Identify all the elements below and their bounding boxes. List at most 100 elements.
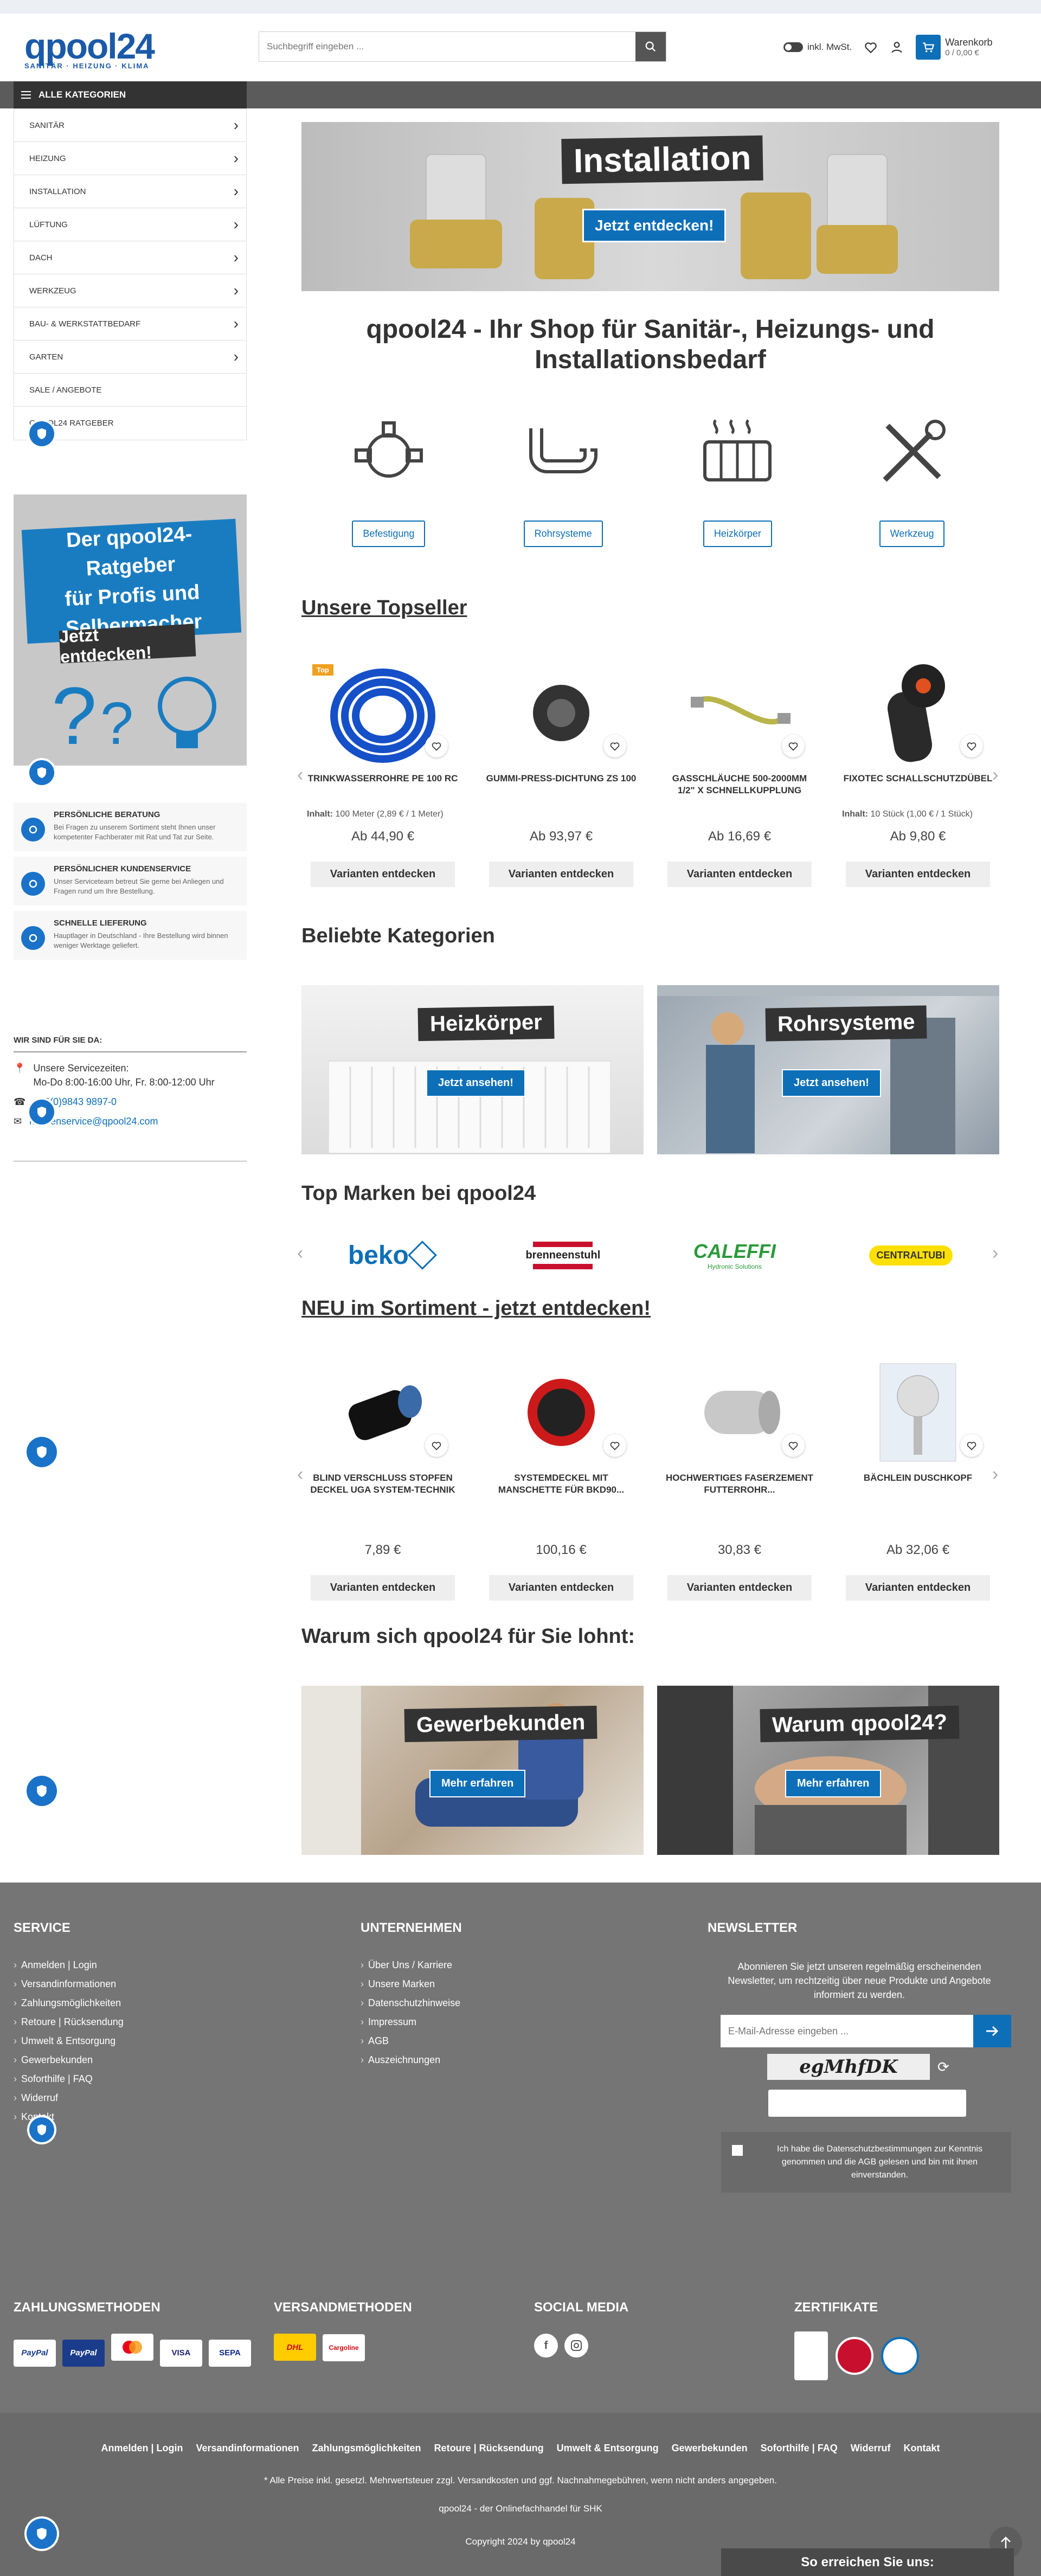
wishlist-heart-icon[interactable]: [782, 1434, 805, 1457]
product-card[interactable]: HOCHWERTIGES FASERZEMENT FUTTERROHR... 30…: [658, 1358, 821, 1601]
contact-drawer-tab[interactable]: So erreichen Sie uns:: [721, 2548, 1014, 2576]
product-image[interactable]: [301, 1358, 464, 1467]
trust-shield-icon[interactable]: [29, 1100, 54, 1125]
bottom-link[interactable]: Kontakt: [904, 2443, 940, 2453]
ratgeber-cta[interactable]: Jetzt entdecken!: [59, 624, 196, 666]
product-name[interactable]: HOCHWERTIGES FASERZEMENT FUTTERROHR...: [658, 1467, 821, 1509]
variants-button[interactable]: Varianten entdecken: [667, 862, 812, 887]
footer-link[interactable]: Widerruf: [14, 2092, 124, 2104]
variants-button[interactable]: Varianten entdecken: [310, 1575, 455, 1601]
top-shop-badge-icon[interactable]: [836, 2337, 873, 2375]
variants-button[interactable]: Varianten entdecken: [667, 1575, 812, 1601]
refresh-icon[interactable]: ⟳: [937, 2059, 949, 2076]
wishlist-heart-icon[interactable]: [425, 1434, 448, 1457]
product-image[interactable]: [837, 659, 999, 767]
category-item[interactable]: WERKZEUG ›: [14, 274, 246, 307]
product-image[interactable]: [837, 1358, 999, 1467]
why-card-gewerbekunden[interactable]: Gewerbekunden Mehr erfahren: [301, 1686, 644, 1855]
hero-cta-button[interactable]: Jetzt entdecken!: [582, 209, 727, 242]
popular-category-rohrsysteme[interactable]: Rohrsysteme Jetzt ansehen!: [657, 985, 999, 1154]
product-name[interactable]: SYSTEMDECKEL MIT MANSCHETTE FÜR BKD90...: [480, 1467, 642, 1509]
vat-toggle[interactable]: inkl. MwSt.: [783, 42, 852, 53]
trust-shield-icon[interactable]: [29, 2117, 54, 2142]
bottom-link[interactable]: Widerruf: [851, 2443, 891, 2453]
quick-category-werkzeug[interactable]: Werkzeug: [833, 412, 991, 547]
why-card-warum[interactable]: Warum qpool24? Mehr erfahren: [657, 1686, 999, 1855]
footer-link[interactable]: Impressum: [361, 2016, 462, 2028]
user-icon[interactable]: [890, 40, 904, 54]
trust-shield-icon[interactable]: [29, 760, 54, 785]
popular-category-button[interactable]: Jetzt ansehen!: [782, 1069, 881, 1097]
product-name[interactable]: BLIND VERSCHLUSS STOPFEN DECKEL UGA SYST…: [301, 1467, 464, 1509]
footer-link[interactable]: Unsere Marken: [361, 1978, 462, 1990]
trust-shield-icon[interactable]: [27, 1437, 57, 1467]
facebook-icon[interactable]: f: [534, 2334, 558, 2357]
wishlist-heart-icon[interactable]: [960, 1434, 983, 1457]
product-card[interactable]: SYSTEMDECKEL MIT MANSCHETTE FÜR BKD90...…: [480, 1358, 642, 1601]
bottom-link[interactable]: Umwelt & Entsorgung: [557, 2443, 659, 2453]
product-name[interactable]: GUMMI-PRESS-DICHTUNG ZS 100: [480, 767, 642, 810]
product-image[interactable]: [480, 659, 642, 767]
all-categories-button[interactable]: ALLE KATEGORIEN: [14, 81, 247, 108]
product-card[interactable]: BLIND VERSCHLUSS STOPFEN DECKEL UGA SYST…: [301, 1358, 464, 1601]
heart-icon[interactable]: [864, 40, 878, 54]
product-name[interactable]: FIXOTEC SCHALLSCHUTZDÜBEL: [837, 767, 999, 810]
instagram-icon[interactable]: [564, 2334, 588, 2357]
rating-badge-icon[interactable]: [794, 2331, 828, 2380]
wishlist-heart-icon[interactable]: [782, 735, 805, 757]
why-card-button[interactable]: Mehr erfahren: [429, 1770, 526, 1797]
variants-button[interactable]: Varianten entdecken: [845, 1575, 991, 1601]
newsletter-email-input[interactable]: [721, 2015, 974, 2047]
wishlist-heart-icon[interactable]: [603, 735, 626, 757]
bottom-link[interactable]: Gewerbekunden: [672, 2443, 748, 2453]
category-item[interactable]: SANITÄR ›: [14, 109, 246, 142]
product-card[interactable]: Top TRINKWASSERROHRE PE 100 RC Inhalt: 100…: [301, 659, 464, 887]
privacy-checkbox[interactable]: [732, 2145, 743, 2156]
footer-link[interactable]: Soforthilfe | FAQ: [14, 2073, 124, 2085]
wishlist-heart-icon[interactable]: [960, 735, 983, 757]
footer-link[interactable]: Retoure | Rücksendung: [14, 2016, 124, 2028]
product-image[interactable]: [658, 1358, 821, 1467]
search-input[interactable]: [259, 32, 628, 61]
footer-link[interactable]: AGB: [361, 2035, 462, 2047]
footer-link[interactable]: Zahlungsmöglichkeiten: [14, 1997, 124, 2009]
cart-button[interactable]: Warenkorb 0 / 0,00 €: [916, 35, 993, 60]
product-name[interactable]: TRINKWASSERROHRE PE 100 RC: [301, 767, 464, 810]
popular-category-button[interactable]: Jetzt ansehen!: [426, 1069, 525, 1097]
variants-button[interactable]: Varianten entdecken: [845, 862, 991, 887]
footer-link[interactable]: Versandinformationen: [14, 1978, 124, 1990]
why-card-button[interactable]: Mehr erfahren: [785, 1770, 882, 1797]
product-card[interactable]: GASSCHLÄUCHE 500-2000MM 1/2" X SCHNELLKU…: [658, 659, 821, 887]
footer-link[interactable]: Gewerbekunden: [14, 2054, 124, 2066]
variants-button[interactable]: Varianten entdecken: [310, 862, 455, 887]
popular-category-heizkoerper[interactable]: Heizkörper Jetzt ansehen!: [301, 985, 644, 1154]
captcha-input[interactable]: [768, 2090, 966, 2117]
product-card[interactable]: GUMMI-PRESS-DICHTUNG ZS 100 Ab 93,97 € Var…: [480, 659, 642, 887]
product-name[interactable]: GASSCHLÄUCHE 500-2000MM 1/2" X SCHNELLKU…: [658, 767, 821, 810]
bottom-link[interactable]: Anmelden | Login: [101, 2443, 183, 2453]
product-card[interactable]: FIXOTEC SCHALLSCHUTZDÜBEL Inhalt: 10 Stüc…: [837, 659, 999, 887]
ratgeber-banner[interactable]: ? ? Der qpool24-Ratgeber für Profis und …: [14, 494, 247, 766]
logo[interactable]: qpool24 SANITÄR · HEIZUNG · KLIMA: [24, 28, 155, 70]
footer-link[interactable]: Anmelden | Login: [14, 1960, 124, 1971]
footer-link[interactable]: Umwelt & Entsorgung: [14, 2035, 124, 2047]
hero-banner[interactable]: Installation Jetzt entdecken!: [301, 122, 999, 291]
category-item[interactable]: BAU- & WERKSTATTBEDARF ›: [14, 307, 246, 341]
category-item[interactable]: SALE / ANGEBOTE: [14, 374, 246, 407]
category-item[interactable]: GARTEN ›: [14, 341, 246, 374]
search-button[interactable]: [635, 32, 666, 61]
new-products-title[interactable]: NEU im Sortiment - jetzt entdecken!: [301, 1297, 651, 1320]
topseller-title[interactable]: Unsere Topseller: [301, 596, 467, 620]
bottom-link[interactable]: Retoure | Rücksendung: [434, 2443, 544, 2453]
bottom-link[interactable]: Soforthilfe | FAQ: [761, 2443, 838, 2453]
quick-category-heizkoerper[interactable]: Heizkörper: [659, 412, 816, 547]
category-item[interactable]: LÜFTUNG ›: [14, 208, 246, 241]
dnv-badge-icon[interactable]: [881, 2337, 919, 2375]
category-item[interactable]: INSTALLATION ›: [14, 175, 246, 208]
trust-shield-icon[interactable]: [29, 421, 54, 446]
category-item[interactable]: DACH ›: [14, 241, 246, 274]
wishlist-heart-icon[interactable]: [603, 1434, 626, 1457]
toggle-switch[interactable]: [783, 42, 803, 52]
newsletter-submit-button[interactable]: [973, 2015, 1011, 2047]
variants-button[interactable]: Varianten entdecken: [489, 1575, 634, 1601]
